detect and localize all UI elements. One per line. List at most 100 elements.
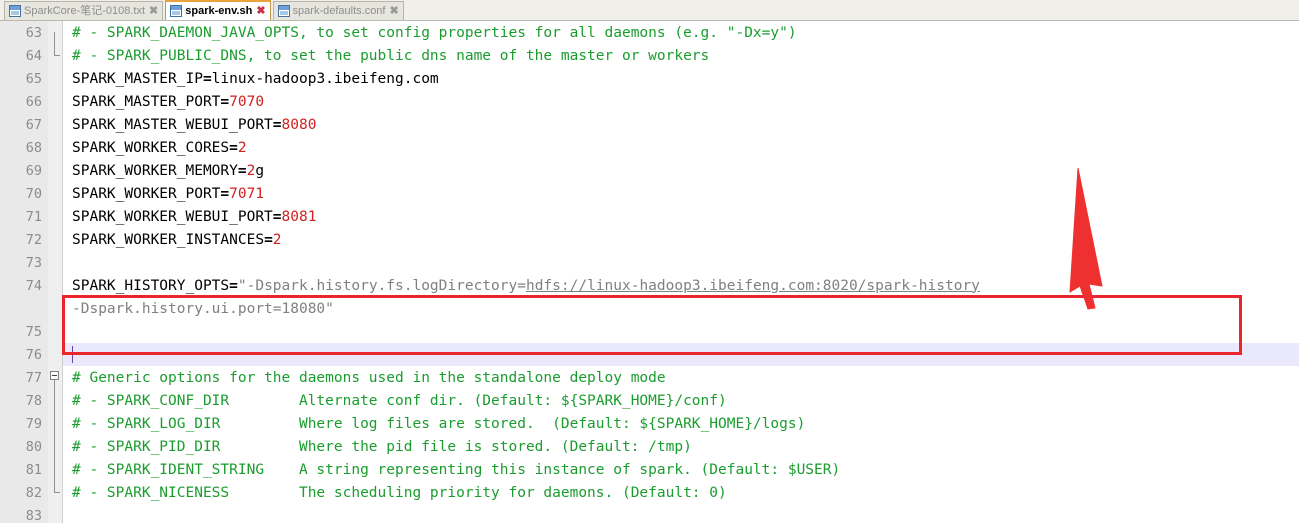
line-number: 83 xyxy=(0,504,48,523)
fold-margin[interactable] xyxy=(48,44,62,67)
code-line[interactable]: 65 SPARK_MASTER_IP = linux-hadoop3.ibeifeng… xyxy=(0,67,1299,90)
code-token-operator: = xyxy=(237,162,247,179)
code-text[interactable]: # Generic options for the daemons used i… xyxy=(63,366,1299,389)
line-number: 67 xyxy=(0,113,48,136)
code-token-link[interactable]: hdfs://linux-hadoop3.ibeifeng.com:8020/s… xyxy=(526,278,980,294)
code-text[interactable]: # - SPARK_CONF_DIR Alternate conf dir. (… xyxy=(63,389,1299,412)
code-text[interactable] xyxy=(63,251,1299,274)
code-line[interactable]: 68 SPARK_WORKER_CORES = 2 xyxy=(0,136,1299,159)
code-text[interactable]: # - SPARK_PID_DIR Where the pid file is … xyxy=(63,435,1299,458)
code-line[interactable]: 82 # - SPARK_NICENESS The scheduling prio… xyxy=(0,481,1299,504)
fold-margin[interactable] xyxy=(48,435,62,458)
fold-margin[interactable] xyxy=(48,366,62,389)
fold-margin[interactable] xyxy=(48,21,62,44)
code-line[interactable]: 64 # - SPARK_PUBLIC_DNS, to set the publi… xyxy=(0,44,1299,67)
fold-collapse-icon[interactable] xyxy=(50,371,59,380)
editor-tab-label: spark-defaults.conf xyxy=(292,5,386,17)
code-text[interactable] xyxy=(63,343,1299,366)
line-number: 63 xyxy=(0,21,48,44)
fold-margin[interactable] xyxy=(48,320,62,343)
fold-margin[interactable] xyxy=(48,182,62,205)
file-icon xyxy=(277,5,290,17)
close-icon[interactable]: ✖ xyxy=(388,6,399,17)
line-number: 75 xyxy=(0,320,48,343)
code-line[interactable]: 79 # - SPARK_LOG_DIR Where log files are … xyxy=(0,412,1299,435)
fold-margin[interactable] xyxy=(48,67,62,90)
code-token-plain: SPARK_WORKER_INSTANCES xyxy=(72,231,265,248)
line-number: 70 xyxy=(0,182,48,205)
code-text[interactable]: # - SPARK_PUBLIC_DNS, to set the public … xyxy=(63,44,1299,67)
fold-margin[interactable] xyxy=(48,205,62,228)
fold-margin[interactable] xyxy=(48,90,62,113)
fold-margin[interactable] xyxy=(48,113,62,136)
code-text[interactable]: SPARK_WORKER_CORES = 2 xyxy=(63,136,1299,159)
code-text[interactable]: SPARK_MASTER_PORT = 7070 xyxy=(63,90,1299,113)
line-number xyxy=(0,297,48,320)
fold-margin[interactable] xyxy=(48,228,62,251)
fold-margin[interactable] xyxy=(48,412,62,435)
code-text[interactable] xyxy=(63,504,1299,523)
code-text[interactable]: SPARK_WORKER_PORT = 7071 xyxy=(63,182,1299,205)
code-line[interactable]: 83 xyxy=(0,504,1299,523)
code-line[interactable]: 80 # - SPARK_PID_DIR Where the pid file i… xyxy=(0,435,1299,458)
line-number: 79 xyxy=(0,412,48,435)
code-line[interactable]: 74 SPARK_HISTORY_OPTS = "-Dspark.history.fs… xyxy=(0,274,1299,297)
fold-margin[interactable] xyxy=(48,251,62,274)
close-icon[interactable]: ✖ xyxy=(148,6,159,17)
code-line[interactable]: 81 # - SPARK_IDENT_STRING A string repres… xyxy=(0,458,1299,481)
code-line[interactable]: 66 SPARK_MASTER_PORT = 7070 xyxy=(0,90,1299,113)
text-cursor xyxy=(72,346,73,363)
file-icon xyxy=(170,5,183,17)
code-token-comment: # - SPARK_DAEMON_JAVA_OPTS, to set confi… xyxy=(72,24,797,41)
line-number: 80 xyxy=(0,435,48,458)
fold-guide-elbow xyxy=(54,492,60,493)
code-line[interactable]: 73 xyxy=(0,251,1299,274)
fold-margin[interactable] xyxy=(48,136,62,159)
code-token-comment: # - SPARK_IDENT_STRING A string represen… xyxy=(72,461,841,478)
fold-margin[interactable] xyxy=(48,504,62,523)
code-token-operator: = xyxy=(272,116,282,133)
code-line[interactable]: 76 xyxy=(0,343,1299,366)
fold-margin[interactable] xyxy=(48,389,62,412)
code-line[interactable]: 67 SPARK_MASTER_WEBUI_PORT = 8080 xyxy=(0,113,1299,136)
fold-margin[interactable] xyxy=(48,343,62,366)
code-token-operator: = xyxy=(229,277,238,294)
code-editor[interactable]: 63 # - SPARK_DAEMON_JAVA_OPTS, to set con… xyxy=(0,21,1299,523)
code-text[interactable]: SPARK_MASTER_IP = linux-hadoop3.ibeifeng.c… xyxy=(63,67,1299,90)
fold-margin[interactable] xyxy=(48,274,62,297)
code-text[interactable] xyxy=(63,320,1299,343)
code-line[interactable]: -Dspark.history.ui.port=18080" xyxy=(0,297,1299,320)
code-text[interactable]: SPARK_MASTER_WEBUI_PORT = 8080 xyxy=(63,113,1299,136)
code-text[interactable]: # - SPARK_DAEMON_JAVA_OPTS, to set confi… xyxy=(63,21,1299,44)
fold-margin[interactable] xyxy=(48,159,62,182)
code-line[interactable]: 78 # - SPARK_CONF_DIR Alternate conf dir.… xyxy=(0,389,1299,412)
code-line[interactable]: 69 SPARK_WORKER_MEMORY = 2 g xyxy=(0,159,1299,182)
code-line[interactable]: 71 SPARK_WORKER_WEBUI_PORT = 8081 xyxy=(0,205,1299,228)
code-text[interactable]: SPARK_WORKER_WEBUI_PORT = 8081 xyxy=(63,205,1299,228)
code-token-operator: = xyxy=(264,231,273,248)
fold-guide-elbow xyxy=(54,55,60,56)
code-text[interactable]: SPARK_WORKER_MEMORY = 2 g xyxy=(63,159,1299,182)
code-text[interactable]: -Dspark.history.ui.port=18080" xyxy=(63,297,1299,320)
code-text[interactable]: # - SPARK_IDENT_STRING A string represen… xyxy=(63,458,1299,481)
editor-tab[interactable]: SparkCore-笔记-0108.txt ✖ xyxy=(4,1,164,20)
code-text[interactable]: SPARK_HISTORY_OPTS = "-Dspark.history.fs.l… xyxy=(63,274,1299,297)
code-line[interactable]: 70 SPARK_WORKER_PORT = 7071 xyxy=(0,182,1299,205)
editor-tab[interactable]: spark-env.sh ✖ xyxy=(165,0,271,20)
code-text[interactable]: # - SPARK_LOG_DIR Where log files are st… xyxy=(63,412,1299,435)
code-lines-container[interactable]: 63 # - SPARK_DAEMON_JAVA_OPTS, to set con… xyxy=(0,21,1299,523)
code-token-operator: = xyxy=(202,70,212,87)
fold-margin[interactable] xyxy=(48,297,62,320)
editor-tab[interactable]: spark-defaults.conf ✖ xyxy=(272,1,404,20)
code-line[interactable]: 75 xyxy=(0,320,1299,343)
code-line[interactable]: 77 # Generic options for the daemons used… xyxy=(0,366,1299,389)
code-token-comment: # - SPARK_CONF_DIR Alternate conf dir. (… xyxy=(72,392,727,409)
code-token-plain: g xyxy=(255,162,265,179)
close-icon[interactable]: ✖ xyxy=(255,6,266,17)
fold-margin[interactable] xyxy=(48,458,62,481)
fold-margin[interactable] xyxy=(48,481,62,504)
code-text[interactable]: SPARK_WORKER_INSTANCES = 2 xyxy=(63,228,1299,251)
code-line[interactable]: 72 SPARK_WORKER_INSTANCES = 2 xyxy=(0,228,1299,251)
code-text[interactable]: # - SPARK_NICENESS The scheduling priori… xyxy=(63,481,1299,504)
code-line[interactable]: 63 # - SPARK_DAEMON_JAVA_OPTS, to set con… xyxy=(0,21,1299,44)
